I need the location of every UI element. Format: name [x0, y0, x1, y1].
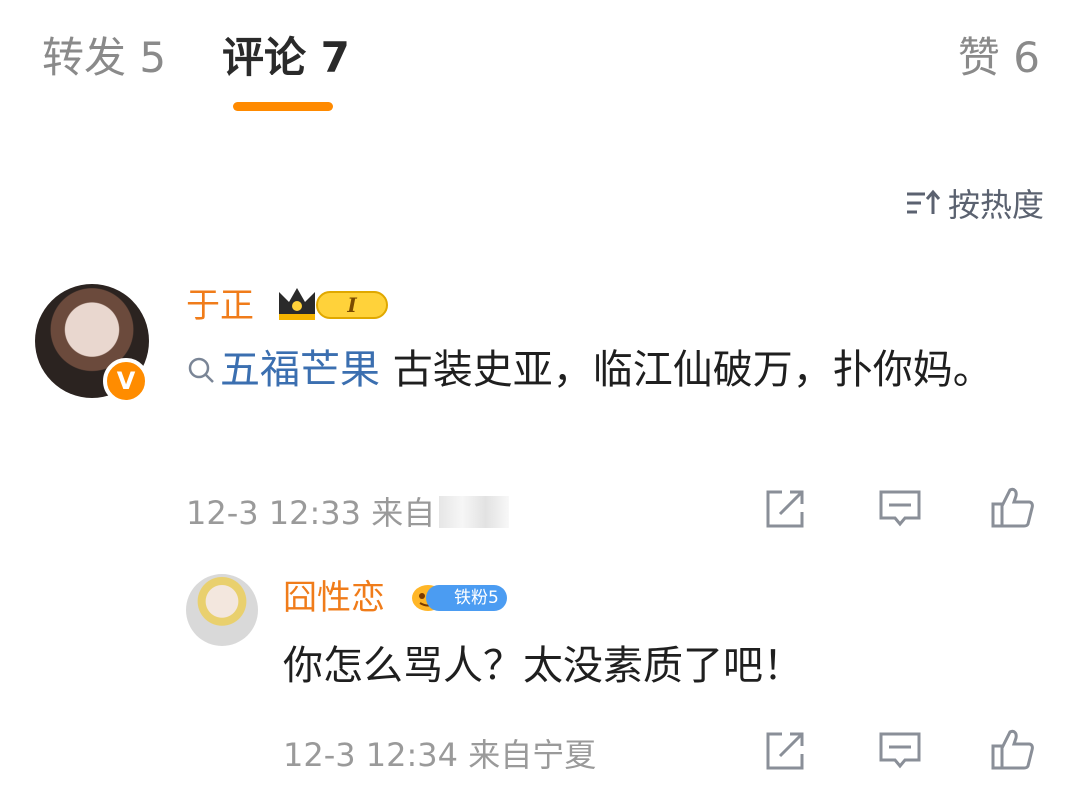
member-crown-badge: I: [275, 284, 391, 328]
comment-body: 五福芒果 古装史亚，临江仙破万，扑你妈。: [186, 340, 1036, 400]
sort-button[interactable]: 按热度: [904, 180, 1044, 226]
comment-username[interactable]: 于正: [186, 284, 254, 328]
verified-v-icon: V: [103, 358, 149, 404]
sort-icon: [906, 189, 941, 214]
topic-link[interactable]: 五福芒果: [186, 347, 380, 393]
thumbs-up-icon[interactable]: [990, 484, 1036, 530]
blurred-location: [439, 496, 510, 528]
comment-source: 来自: [371, 494, 436, 532]
fan-badge: 铁粉5: [410, 582, 507, 614]
comment-text: 古装史亚，临江仙破万，扑你妈。: [380, 347, 993, 393]
share-icon[interactable]: [762, 486, 808, 532]
comment-icon[interactable]: [877, 728, 923, 774]
reply-timestamp: 12-3 12:34: [283, 736, 459, 774]
tab-like[interactable]: 赞 6: [958, 30, 1040, 86]
reply-username[interactable]: 囧性恋: [283, 576, 385, 620]
active-tab-underline: [233, 102, 333, 111]
reply-meta: 12-3 12:34 来自宁夏: [283, 730, 596, 776]
thumbs-up-icon[interactable]: [990, 726, 1036, 772]
sort-label: 按热度: [947, 186, 1044, 224]
comment-icon[interactable]: [877, 486, 923, 532]
fan-badge-label: 铁粉5: [426, 585, 507, 611]
reply-source: 来自宁夏: [468, 736, 597, 774]
level-badge-text: I: [346, 293, 357, 317]
topic-label: 五福芒果: [220, 347, 380, 393]
reply-body: 你怎么骂人？太没素质了吧！: [283, 643, 803, 689]
search-icon: [188, 357, 214, 383]
tab-forward[interactable]: 转发 5: [42, 30, 166, 86]
tab-comment[interactable]: 评论 7: [222, 30, 350, 86]
comment-timestamp: 12-3 12:33: [186, 494, 362, 532]
share-icon[interactable]: [762, 728, 808, 774]
reply-avatar[interactable]: [186, 574, 258, 646]
comment-meta: 12-3 12:33 来自: [186, 488, 510, 534]
